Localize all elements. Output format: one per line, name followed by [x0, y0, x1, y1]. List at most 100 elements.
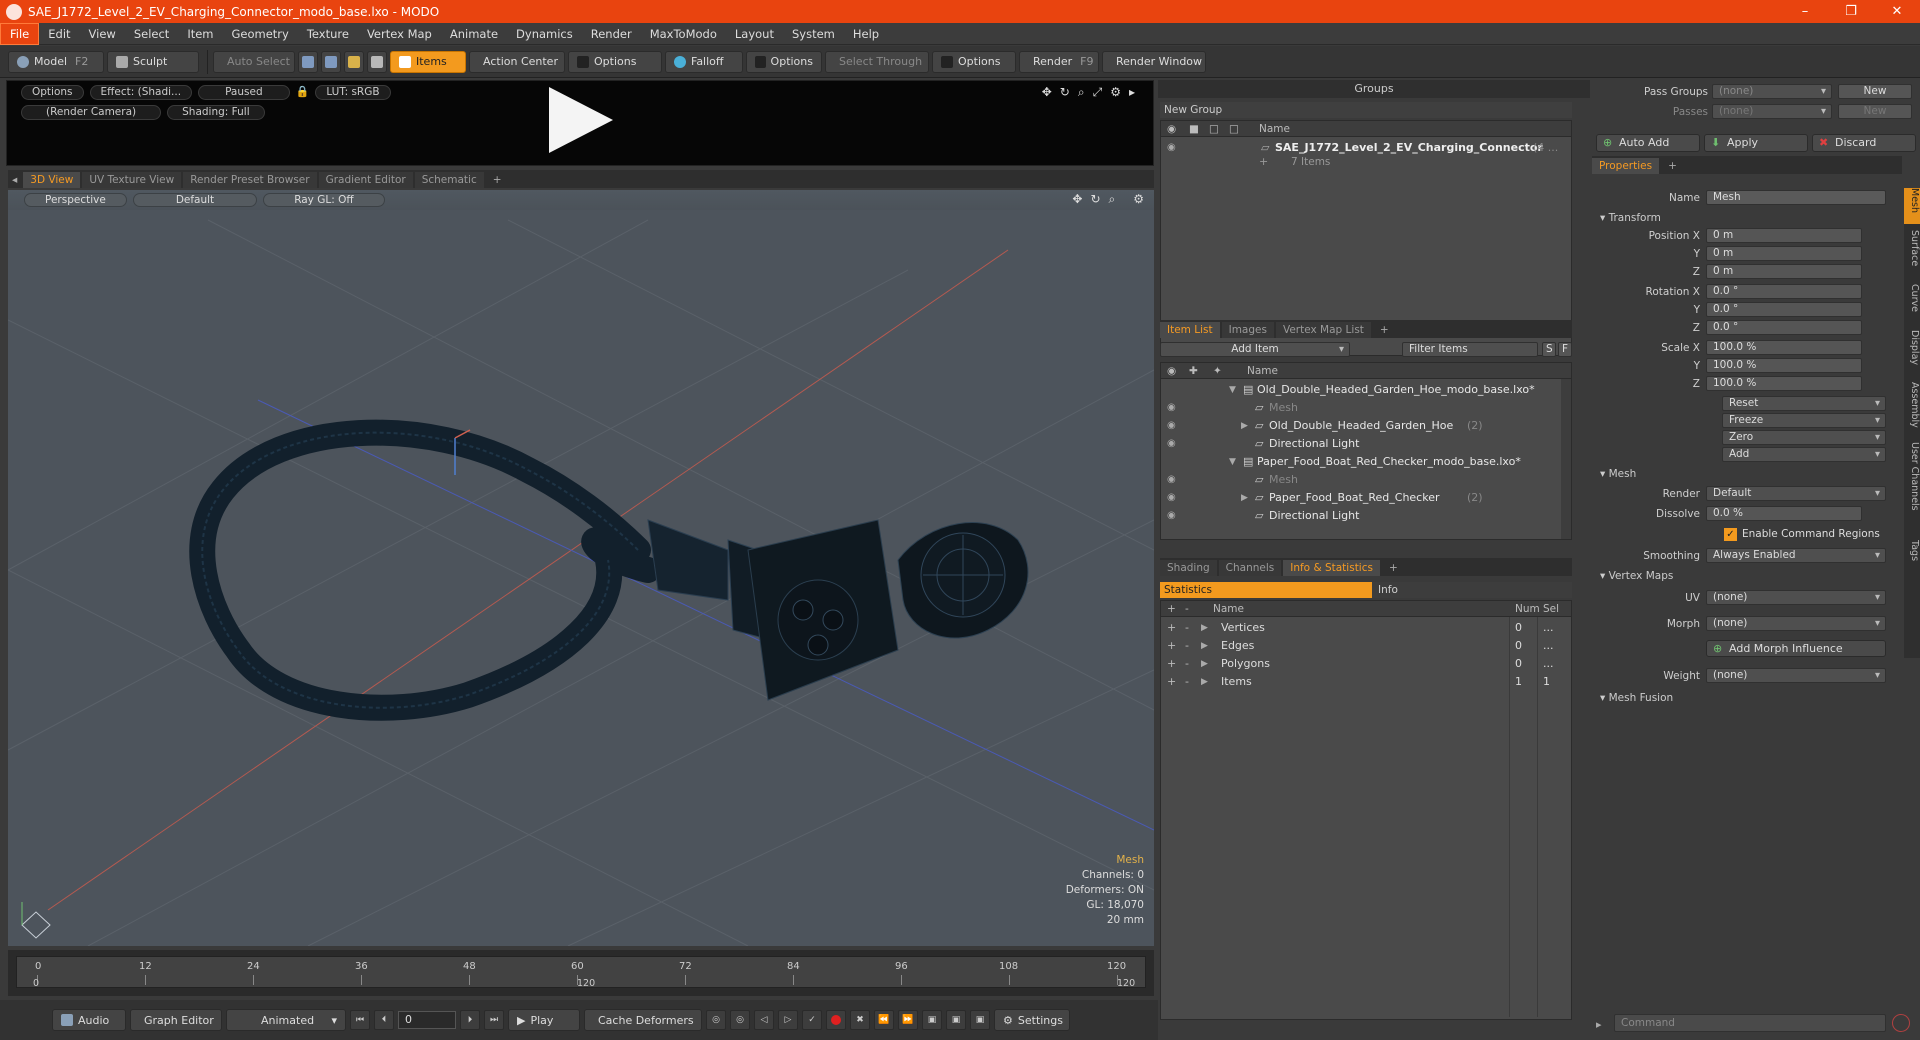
- position-y-input[interactable]: 0 m: [1706, 246, 1862, 261]
- menu-vertex-map[interactable]: Vertex Map: [358, 23, 441, 45]
- vtab-display[interactable]: Display: [1904, 330, 1920, 376]
- lock-icon[interactable]: 🔒: [296, 85, 310, 100]
- auto-key-icon[interactable]: ◎: [730, 1010, 750, 1030]
- vtab-user-channels[interactable]: User Channels: [1904, 442, 1920, 534]
- menu-layout[interactable]: Layout: [726, 23, 783, 45]
- select-materials-button[interactable]: [367, 50, 387, 73]
- visibility-eye-icon[interactable]: ◉: [1167, 507, 1176, 525]
- items-mode-button[interactable]: Items: [390, 50, 466, 73]
- next-key-icon[interactable]: ▷: [778, 1010, 798, 1030]
- menu-view[interactable]: View: [80, 23, 125, 45]
- remove-from-selection-icon[interactable]: -: [1185, 673, 1189, 691]
- channel-icon[interactable]: ▣: [922, 1010, 942, 1030]
- step-back-button[interactable]: ⏴: [374, 1010, 394, 1030]
- tab-item-list[interactable]: Item List: [1160, 322, 1220, 338]
- scale-y-input[interactable]: 100.0 %: [1706, 358, 1862, 373]
- smoothing-dropdown[interactable]: Always Enabled: [1706, 548, 1886, 563]
- preview-effect-dropdown[interactable]: Effect: (Shadi...: [89, 85, 193, 100]
- audio-button[interactable]: Audio: [52, 1009, 126, 1031]
- add-tab-button[interactable]: +: [1382, 560, 1405, 576]
- zoom-icon[interactable]: ⌕: [1109, 192, 1116, 207]
- vtab-mesh[interactable]: Mesh: [1904, 188, 1920, 224]
- perspective-dropdown[interactable]: Perspective: [24, 193, 127, 207]
- menu-geometry[interactable]: Geometry: [223, 23, 298, 45]
- add-to-selection-icon[interactable]: +: [1167, 673, 1176, 691]
- lut-dropdown[interactable]: LUT: sRGB: [315, 85, 391, 100]
- rotation-z-input[interactable]: 0.0 °: [1706, 320, 1862, 335]
- render-window-button[interactable]: Render Window: [1102, 50, 1206, 73]
- falloff-button[interactable]: Falloff: [665, 50, 743, 73]
- menu-system[interactable]: System: [783, 23, 844, 45]
- expand-icon[interactable]: ⤢: [1093, 85, 1103, 100]
- play-preview-icon[interactable]: [549, 87, 613, 153]
- vtab-curve[interactable]: Curve: [1904, 284, 1920, 324]
- play-button[interactable]: ▶ Play: [508, 1009, 580, 1031]
- close-button[interactable]: ✕: [1874, 4, 1920, 19]
- channel-set-icon[interactable]: ▣: [946, 1010, 966, 1030]
- item-list-row[interactable]: ▼ ▤ Paper_Food_Boat_Red_Checker_modo_base.…: [1161, 453, 1571, 471]
- add-tab-button[interactable]: +: [486, 172, 509, 188]
- item-list-row[interactable]: ◉ ▱ Mesh: [1161, 399, 1571, 417]
- item-list-row[interactable]: ◉ ▶ ▱ Paper_Food_Boat_Red_Checker (2): [1161, 489, 1571, 507]
- timeline-ruler[interactable]: 0 12 24 36 48 60 72 84 96 108 120 0 120 …: [16, 956, 1146, 989]
- render-button[interactable]: Render F9: [1019, 50, 1099, 73]
- add-morph-influence-button[interactable]: ⊕ Add Morph Influence: [1706, 640, 1886, 657]
- passes-dropdown[interactable]: (none): [1712, 104, 1832, 119]
- rotation-x-input[interactable]: 0.0 °: [1706, 284, 1862, 299]
- tab-images[interactable]: Images: [1221, 322, 1274, 338]
- expand-arrow-icon[interactable]: ▶: [1201, 655, 1208, 673]
- gear-icon[interactable]: ⚙: [1133, 192, 1144, 207]
- tab-vertex-map-list[interactable]: Vertex Map List: [1275, 322, 1371, 338]
- set-key-icon[interactable]: ✓: [802, 1010, 822, 1030]
- add-to-selection-icon[interactable]: +: [1167, 619, 1176, 637]
- select-polygons-button[interactable]: [344, 50, 364, 73]
- pan-icon[interactable]: ✥: [1042, 85, 1052, 100]
- transform-section[interactable]: ▾ Transform: [1600, 212, 1661, 224]
- position-x-input[interactable]: 0 m: [1706, 228, 1862, 243]
- command-stop-icon[interactable]: [1892, 1014, 1910, 1032]
- item-list-row[interactable]: ◉ ▱ Directional Light: [1161, 507, 1571, 525]
- expand-icon[interactable]: +: [1259, 153, 1268, 171]
- add-to-selection-icon[interactable]: +: [1167, 637, 1176, 655]
- auto-select-button[interactable]: Auto Select: [213, 50, 295, 73]
- gear-icon[interactable]: ⚙: [1110, 85, 1121, 100]
- menu-edit[interactable]: Edit: [39, 23, 79, 45]
- scale-z-input[interactable]: 100.0 %: [1706, 376, 1862, 391]
- select-through-button[interactable]: Select Through: [825, 50, 929, 73]
- visibility-eye-icon[interactable]: ◉: [1167, 471, 1176, 489]
- rotate-icon[interactable]: ↻: [1090, 192, 1100, 207]
- item-list-row[interactable]: ◉ ▶ ▱ Old_Double_Headed_Garden_Hoe (2): [1161, 417, 1571, 435]
- new-group-button[interactable]: New Group: [1160, 102, 1572, 118]
- action-center-button[interactable]: Action Center: [469, 50, 565, 73]
- falloff-options-button[interactable]: Options: [746, 50, 822, 73]
- position-z-input[interactable]: 0 m: [1706, 264, 1862, 279]
- new-pass-button[interactable]: New: [1838, 104, 1912, 119]
- add-tab-button[interactable]: +: [1373, 322, 1396, 338]
- expand-arrow-icon[interactable]: ▶: [1201, 619, 1208, 637]
- add-item-dropdown[interactable]: Add Item: [1160, 342, 1350, 357]
- item-list-row[interactable]: ▼ ▤ Old_Double_Headed_Garden_Hoe_modo_base…: [1161, 381, 1571, 399]
- arrow-right-icon[interactable]: ▸: [1129, 85, 1135, 100]
- tab-properties[interactable]: Properties: [1592, 158, 1660, 174]
- animated-dropdown[interactable]: Animated ▾: [226, 1009, 346, 1031]
- pass-groups-dropdown[interactable]: (none): [1712, 84, 1832, 99]
- next-frame-icon[interactable]: ⏩: [898, 1010, 918, 1030]
- name-input[interactable]: Mesh: [1706, 190, 1886, 205]
- graph-editor-button[interactable]: Graph Editor: [130, 1009, 222, 1031]
- expand-arrow-icon[interactable]: ▼: [1229, 453, 1236, 471]
- action-center-options-button[interactable]: Options: [568, 50, 662, 73]
- tab-render-preset-browser[interactable]: Render Preset Browser: [183, 172, 317, 188]
- menu-animate[interactable]: Animate: [441, 23, 507, 45]
- tab-schematic[interactable]: Schematic: [414, 172, 484, 188]
- freeze-dropdown[interactable]: Freeze: [1722, 413, 1886, 428]
- sculpt-mode-button[interactable]: Sculpt: [107, 50, 199, 73]
- tab-shading[interactable]: Shading: [1160, 560, 1217, 576]
- morph-dropdown[interactable]: (none): [1706, 616, 1886, 631]
- zoom-icon[interactable]: ⌕: [1078, 85, 1085, 100]
- preview-paused-button[interactable]: Paused: [198, 85, 290, 100]
- select-edges-button[interactable]: [321, 50, 341, 73]
- add-dropdown[interactable]: Add: [1722, 447, 1886, 462]
- filter-s-button[interactable]: S: [1542, 342, 1556, 357]
- menu-maxtomodo[interactable]: MaxToModo: [641, 23, 726, 45]
- add-to-selection-icon[interactable]: +: [1167, 655, 1176, 673]
